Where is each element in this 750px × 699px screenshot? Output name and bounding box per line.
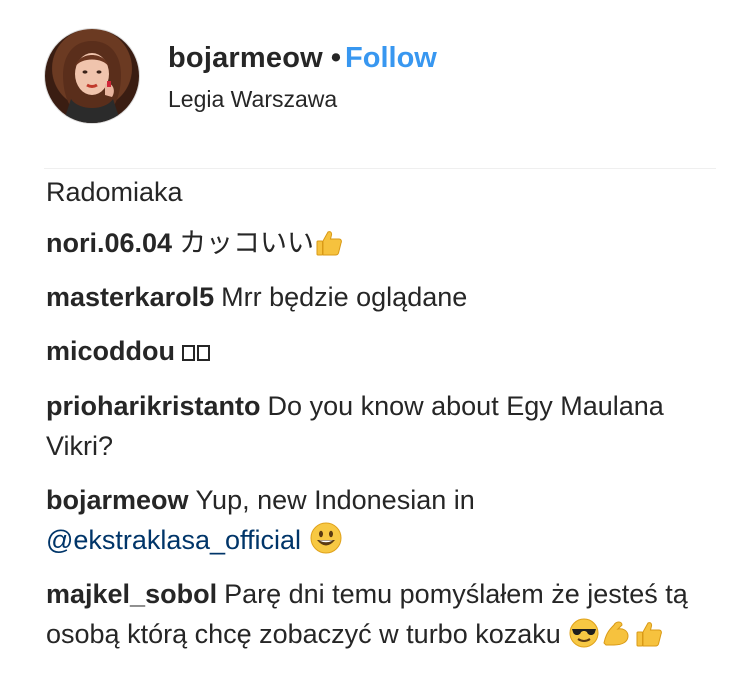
smiley-icon — [309, 522, 343, 556]
location-link[interactable]: Legia Warszawa — [168, 84, 337, 114]
sunglasses-icon — [568, 618, 600, 650]
thumbs-up-icon — [634, 620, 664, 650]
missing-glyph-icon — [182, 332, 212, 372]
divider — [44, 168, 716, 169]
header-username[interactable]: bojarmeow — [168, 42, 323, 74]
comment-item: bojarmeow Yup, new Indonesian in @ekstrak… — [46, 480, 706, 560]
comment-item: micoddou — [46, 331, 706, 372]
comment-text-continuation: Radomiaka — [46, 172, 706, 212]
comment-item: masterkarol5 Mrr będzie oglądane — [46, 277, 706, 317]
comment-username[interactable]: masterkarol5 — [46, 282, 214, 312]
comment-text: カッコいい — [179, 228, 315, 258]
comment-username[interactable]: nori.06.04 — [46, 228, 172, 258]
separator-dot: • — [330, 42, 342, 74]
post-header: bojarmeow • Follow Legia Warszawa — [44, 28, 724, 128]
avatar[interactable] — [44, 28, 140, 124]
comment-item: prioharikristanto Do you know about Egy M… — [46, 386, 706, 466]
flexed-biceps-icon — [600, 620, 634, 650]
comment-username[interactable]: majkel_sobol — [46, 579, 217, 609]
comment-username[interactable]: prioharikristanto — [46, 391, 261, 421]
mention-link[interactable]: @ekstraklasa_official — [46, 525, 301, 555]
comment-text: Mrr będzie oglądane — [221, 282, 468, 312]
header-user-line: bojarmeow • Follow — [168, 40, 437, 76]
thumbs-up-icon — [314, 229, 344, 259]
comment-item: nori.06.04 カッコいい — [46, 223, 706, 263]
comment-text: Yup, new Indonesian in — [195, 485, 475, 515]
comments-list: Radomiaka nori.06.04 カッコいい masterkarol5 Mr… — [46, 172, 706, 668]
follow-button[interactable]: Follow — [345, 42, 437, 74]
comment-text: Radomiaka — [46, 177, 183, 207]
comment-username[interactable]: bojarmeow — [46, 485, 189, 515]
comment-item: majkel_sobol Parę dni temu pomyślałem że … — [46, 574, 706, 654]
comment-username[interactable]: micoddou — [46, 336, 175, 366]
